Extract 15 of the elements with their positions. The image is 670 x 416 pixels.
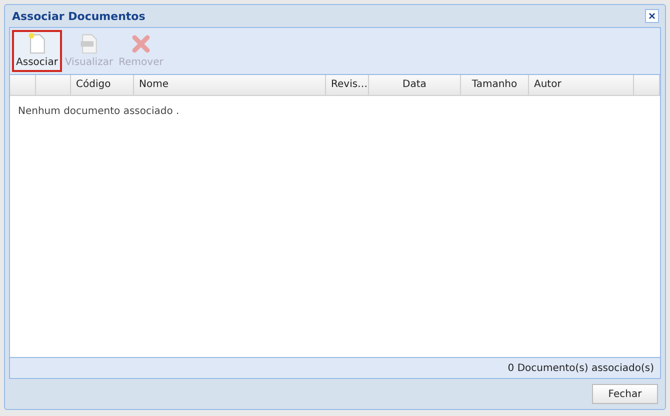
column-header[interactable]: Código bbox=[71, 75, 134, 95]
pdf-document-icon bbox=[78, 32, 100, 54]
new-document-icon bbox=[26, 32, 48, 54]
window-title: Associar Documentos bbox=[12, 10, 146, 22]
empty-message: Nenhum documento associado . bbox=[18, 106, 180, 117]
column-header[interactable]: Revis… bbox=[326, 75, 369, 95]
status-text: 0 Documento(s) associado(s) bbox=[508, 362, 654, 374]
column-header[interactable]: Nome bbox=[134, 75, 326, 95]
close-button[interactable]: × bbox=[645, 9, 659, 23]
column-header[interactable]: Autor bbox=[529, 75, 634, 95]
column-header[interactable]: Data bbox=[369, 75, 461, 95]
column-header[interactable]: Tamanho bbox=[461, 75, 529, 95]
toolbar-button[interactable]: Associar bbox=[12, 30, 62, 72]
remove-x-icon bbox=[130, 32, 152, 54]
close-dialog-button[interactable]: Fechar bbox=[592, 384, 658, 404]
